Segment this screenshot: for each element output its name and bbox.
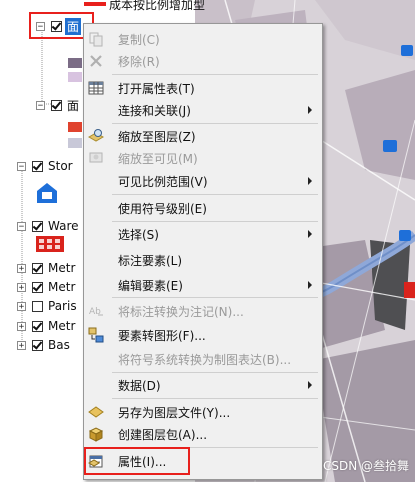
- layer-label[interactable]: Metr: [48, 280, 75, 294]
- menu-separator: [112, 297, 318, 298]
- warehouse-symbol-icon: [36, 236, 64, 252]
- layer-label[interactable]: Ware: [48, 219, 79, 233]
- expand-toggle[interactable]: +: [17, 301, 26, 311]
- menu-item-copy[interactable]: 复制(C): [84, 28, 322, 50]
- layer-checkbox[interactable]: [51, 99, 62, 111]
- menu-item-label: 移除(R): [118, 54, 160, 69]
- menu-separator: [112, 74, 318, 75]
- submenu-arrow-icon: [308, 281, 312, 289]
- expand-toggle[interactable]: +: [17, 321, 26, 331]
- table-icon: [88, 80, 104, 96]
- menu-item-remove[interactable]: 移除(R): [84, 50, 322, 72]
- menu-item-label: 创建图层包(A)...: [118, 427, 208, 442]
- menu-item-use-symbol-levels[interactable]: 使用符号级别(E): [84, 197, 322, 219]
- submenu-arrow-icon: [308, 381, 312, 389]
- menu-item-label: 要素转图形(F)...: [118, 328, 206, 343]
- layer-label[interactable]: Paris: [48, 299, 77, 313]
- layer-checkbox[interactable]: [32, 160, 43, 172]
- layer-label[interactable]: Metr: [48, 261, 75, 275]
- context-menu: 复制(C) 移除(R) 打开属性表(T) 连接和关联(J) 缩放至图层(Z) 缩…: [83, 23, 323, 480]
- layer-row[interactable]: + Paris: [17, 297, 77, 315]
- zoom-layer-icon: [88, 128, 104, 144]
- menu-item-data[interactable]: 数据(D): [84, 374, 322, 396]
- layer-row[interactable]: + Metr: [17, 259, 75, 277]
- menu-item-visible-scale-range[interactable]: 可见比例范围(V): [84, 170, 322, 192]
- menu-item-convert-symbology[interactable]: 将符号系统转换为制图表达(B)...: [84, 348, 322, 370]
- layer-checkbox[interactable]: [32, 262, 43, 274]
- layer-row[interactable]: + Bas: [17, 336, 70, 354]
- menu-item-label: 编辑要素(E): [118, 278, 183, 293]
- legend-swatch: [68, 72, 82, 82]
- menu-item-save-as-layer-file[interactable]: 另存为图层文件(Y)...: [84, 401, 322, 423]
- menu-item-label: 数据(D): [118, 378, 161, 393]
- layer-row[interactable]: + Metr: [17, 317, 75, 335]
- convert-annotation-icon: Ab: [88, 303, 104, 319]
- menu-item-features-to-graphics[interactable]: 要素转图形(F)...: [84, 324, 322, 346]
- menu-item-label: 标注要素(L): [118, 253, 183, 268]
- menu-item-label: 将符号系统转换为制图表达(B)...: [118, 352, 292, 367]
- collapse-toggle[interactable]: −: [36, 100, 45, 110]
- copy-icon: [88, 31, 104, 47]
- menu-item-label: 缩放至图层(Z): [118, 129, 196, 144]
- watermark-text: CSDN @叁拾舞: [322, 459, 409, 473]
- menu-item-label: 另存为图层文件(Y)...: [118, 405, 231, 420]
- layer-row[interactable]: − 面: [36, 96, 79, 114]
- warehouse-marker-icon: [404, 282, 415, 298]
- submenu-arrow-icon: [308, 177, 312, 185]
- menu-item-label: 连接和关联(J): [118, 103, 191, 118]
- menu-item-label: 可见比例范围(V): [118, 174, 208, 189]
- expand-toggle[interactable]: +: [17, 340, 26, 350]
- layer-row[interactable]: + Metr: [17, 278, 75, 296]
- legend-swatch: [68, 138, 82, 148]
- layer-package-icon: [88, 426, 104, 442]
- highlight-box-properties: [84, 447, 190, 475]
- layer-checkbox[interactable]: [32, 320, 43, 332]
- zoom-visible-icon: [88, 150, 104, 166]
- collapse-toggle[interactable]: −: [17, 221, 26, 231]
- menu-item-label: 缩放至可见(M): [118, 151, 198, 166]
- menu-item-convert-labels[interactable]: Ab 将标注转换为注记(N)...: [84, 300, 322, 322]
- menu-item-label: 使用符号级别(E): [118, 201, 207, 216]
- menu-item-label: 复制(C): [118, 32, 160, 47]
- collapse-toggle[interactable]: −: [17, 161, 26, 171]
- layer-label[interactable]: Bas: [48, 338, 70, 352]
- submenu-arrow-icon: [308, 106, 312, 114]
- menu-item-edit-features[interactable]: 编辑要素(E): [84, 274, 322, 296]
- menu-item-open-attribute-table[interactable]: 打开属性表(T): [84, 77, 322, 99]
- expand-toggle[interactable]: +: [17, 263, 26, 273]
- layer-checkbox[interactable]: [32, 281, 43, 293]
- layer-label[interactable]: Stor: [48, 159, 73, 173]
- menu-item-create-layer-package[interactable]: 创建图层包(A)...: [84, 423, 322, 445]
- legend-swatch: [68, 122, 82, 132]
- layer-row-warehouses[interactable]: − Ware: [17, 217, 79, 235]
- menu-separator: [112, 221, 318, 222]
- save-layer-icon: [88, 404, 104, 420]
- legend-swatch: [68, 58, 82, 68]
- menu-separator: [112, 372, 318, 373]
- expand-toggle[interactable]: +: [17, 282, 26, 292]
- menu-item-zoom-to-layer[interactable]: 缩放至图层(Z): [84, 125, 322, 147]
- menu-item-label-features[interactable]: 标注要素(L): [84, 249, 322, 271]
- remove-icon: [88, 53, 104, 69]
- menu-item-label: 将标注转换为注记(N)...: [118, 304, 244, 319]
- feature-to-graphic-icon: [88, 327, 104, 343]
- layer-label[interactable]: Metr: [48, 319, 75, 333]
- menu-item-label: 选择(S): [118, 227, 159, 242]
- layer-checkbox[interactable]: [32, 300, 43, 312]
- layer-checkbox[interactable]: [32, 220, 43, 232]
- menu-item-joins-relates[interactable]: 连接和关联(J): [84, 99, 322, 121]
- store-symbol-icon: [37, 183, 57, 203]
- menu-separator: [112, 194, 318, 195]
- submenu-arrow-icon: [308, 230, 312, 238]
- layer-label[interactable]: 面: [67, 97, 79, 114]
- menu-separator: [112, 398, 318, 399]
- layer-checkbox[interactable]: [32, 339, 43, 351]
- menu-item-selection[interactable]: 选择(S): [84, 223, 322, 245]
- menu-separator: [112, 123, 318, 124]
- layer-row-stores[interactable]: − Stor: [17, 157, 73, 175]
- menu-item-zoom-to-visible[interactable]: 缩放至可见(M): [84, 147, 322, 169]
- menu-item-label: 打开属性表(T): [118, 81, 195, 96]
